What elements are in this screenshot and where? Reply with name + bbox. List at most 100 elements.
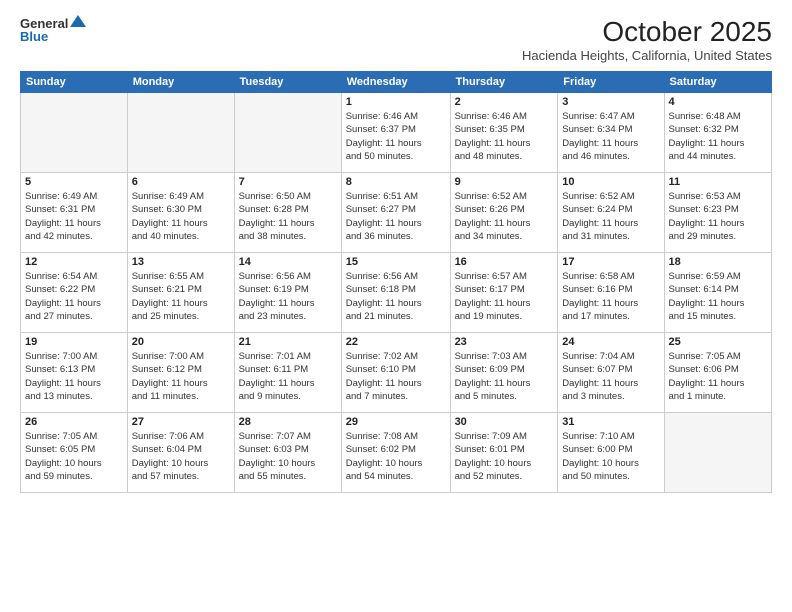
day-number: 23 <box>455 336 554 348</box>
day-info: Sunrise: 6:58 AM Sunset: 6:16 PM Dayligh… <box>562 270 659 323</box>
day-number: 10 <box>562 176 659 188</box>
day-info: Sunrise: 6:47 AM Sunset: 6:34 PM Dayligh… <box>562 110 659 163</box>
weekday-header-wednesday: Wednesday <box>341 72 450 93</box>
day-info: Sunrise: 6:56 AM Sunset: 6:18 PM Dayligh… <box>346 270 446 323</box>
calendar-cell <box>234 93 341 173</box>
day-number: 22 <box>346 336 446 348</box>
location-title: Hacienda Heights, California, United Sta… <box>522 48 772 63</box>
day-info: Sunrise: 6:46 AM Sunset: 6:35 PM Dayligh… <box>455 110 554 163</box>
day-info: Sunrise: 7:07 AM Sunset: 6:03 PM Dayligh… <box>239 430 337 483</box>
calendar-cell: 28 Sunrise: 7:07 AM Sunset: 6:03 PM Dayli… <box>234 413 341 493</box>
day-number: 3 <box>562 96 659 108</box>
calendar-cell: 19 Sunrise: 7:00 AM Sunset: 6:13 PM Dayli… <box>21 333 128 413</box>
day-info: Sunrise: 7:00 AM Sunset: 6:12 PM Dayligh… <box>132 350 230 403</box>
day-number: 2 <box>455 96 554 108</box>
day-number: 28 <box>239 416 337 428</box>
day-number: 27 <box>132 416 230 428</box>
day-info: Sunrise: 6:52 AM Sunset: 6:24 PM Dayligh… <box>562 190 659 243</box>
day-info: Sunrise: 6:49 AM Sunset: 6:31 PM Dayligh… <box>25 190 123 243</box>
calendar-cell: 26 Sunrise: 7:05 AM Sunset: 6:05 PM Dayli… <box>21 413 128 493</box>
day-info: Sunrise: 6:52 AM Sunset: 6:26 PM Dayligh… <box>455 190 554 243</box>
logo: General Blue <box>20 16 86 44</box>
page-header: General Blue October 2025 Hacienda Heigh… <box>20 16 772 63</box>
day-number: 17 <box>562 256 659 268</box>
day-number: 6 <box>132 176 230 188</box>
calendar-cell: 6 Sunrise: 6:49 AM Sunset: 6:30 PM Daylig… <box>127 173 234 253</box>
calendar-cell: 2 Sunrise: 6:46 AM Sunset: 6:35 PM Daylig… <box>450 93 558 173</box>
title-block: October 2025 Hacienda Heights, Californi… <box>522 16 772 63</box>
calendar-cell: 3 Sunrise: 6:47 AM Sunset: 6:34 PM Daylig… <box>558 93 664 173</box>
month-title: October 2025 <box>522 16 772 48</box>
calendar-cell: 1Sunrise: 6:46 AM Sunset: 6:37 PM Daylig… <box>341 93 450 173</box>
weekday-header-tuesday: Tuesday <box>234 72 341 93</box>
calendar-cell: 23 Sunrise: 7:03 AM Sunset: 6:09 PM Dayli… <box>450 333 558 413</box>
calendar-week-3: 12 Sunrise: 6:54 AM Sunset: 6:22 PM Dayli… <box>21 253 772 333</box>
calendar-cell: 13Sunrise: 6:55 AM Sunset: 6:21 PM Dayli… <box>127 253 234 333</box>
day-info: Sunrise: 7:01 AM Sunset: 6:11 PM Dayligh… <box>239 350 337 403</box>
day-number: 15 <box>346 256 446 268</box>
day-number: 19 <box>25 336 123 348</box>
day-info: Sunrise: 6:53 AM Sunset: 6:23 PM Dayligh… <box>669 190 768 243</box>
day-number: 29 <box>346 416 446 428</box>
day-info: Sunrise: 7:09 AM Sunset: 6:01 PM Dayligh… <box>455 430 554 483</box>
day-info: Sunrise: 6:49 AM Sunset: 6:30 PM Dayligh… <box>132 190 230 243</box>
weekday-header-thursday: Thursday <box>450 72 558 93</box>
weekday-header-friday: Friday <box>558 72 664 93</box>
calendar-page: General Blue October 2025 Hacienda Heigh… <box>0 0 792 612</box>
day-info: Sunrise: 7:04 AM Sunset: 6:07 PM Dayligh… <box>562 350 659 403</box>
day-info: Sunrise: 6:48 AM Sunset: 6:32 PM Dayligh… <box>669 110 768 163</box>
day-number: 13 <box>132 256 230 268</box>
day-info: Sunrise: 6:54 AM Sunset: 6:22 PM Dayligh… <box>25 270 123 323</box>
calendar-cell: 8 Sunrise: 6:51 AM Sunset: 6:27 PM Daylig… <box>341 173 450 253</box>
calendar-week-1: 1Sunrise: 6:46 AM Sunset: 6:37 PM Daylig… <box>21 93 772 173</box>
calendar-cell: 4Sunrise: 6:48 AM Sunset: 6:32 PM Daylig… <box>664 93 772 173</box>
day-info: Sunrise: 7:05 AM Sunset: 6:06 PM Dayligh… <box>669 350 768 403</box>
day-info: Sunrise: 7:06 AM Sunset: 6:04 PM Dayligh… <box>132 430 230 483</box>
calendar-cell: 18Sunrise: 6:59 AM Sunset: 6:14 PM Dayli… <box>664 253 772 333</box>
calendar-cell: 24 Sunrise: 7:04 AM Sunset: 6:07 PM Dayli… <box>558 333 664 413</box>
day-number: 11 <box>669 176 768 188</box>
calendar-cell: 27 Sunrise: 7:06 AM Sunset: 6:04 PM Dayli… <box>127 413 234 493</box>
calendar-cell: 22 Sunrise: 7:02 AM Sunset: 6:10 PM Dayli… <box>341 333 450 413</box>
calendar-cell: 21 Sunrise: 7:01 AM Sunset: 6:11 PM Dayli… <box>234 333 341 413</box>
day-number: 30 <box>455 416 554 428</box>
calendar-cell: 9 Sunrise: 6:52 AM Sunset: 6:26 PM Daylig… <box>450 173 558 253</box>
calendar-cell: 7Sunrise: 6:50 AM Sunset: 6:28 PM Daylig… <box>234 173 341 253</box>
day-number: 12 <box>25 256 123 268</box>
calendar-cell: 25 Sunrise: 7:05 AM Sunset: 6:06 PM Dayli… <box>664 333 772 413</box>
day-info: Sunrise: 6:51 AM Sunset: 6:27 PM Dayligh… <box>346 190 446 243</box>
logo-icon <box>70 15 86 31</box>
calendar-cell <box>127 93 234 173</box>
day-info: Sunrise: 7:00 AM Sunset: 6:13 PM Dayligh… <box>25 350 123 403</box>
weekday-header-monday: Monday <box>127 72 234 93</box>
calendar-table: SundayMondayTuesdayWednesdayThursdayFrid… <box>20 71 772 493</box>
calendar-cell: 12 Sunrise: 6:54 AM Sunset: 6:22 PM Dayli… <box>21 253 128 333</box>
calendar-week-4: 19 Sunrise: 7:00 AM Sunset: 6:13 PM Dayli… <box>21 333 772 413</box>
day-number: 25 <box>669 336 768 348</box>
day-info: Sunrise: 6:56 AM Sunset: 6:19 PM Dayligh… <box>239 270 337 323</box>
calendar-cell: 15 Sunrise: 6:56 AM Sunset: 6:18 PM Dayli… <box>341 253 450 333</box>
day-number: 14 <box>239 256 337 268</box>
day-number: 18 <box>669 256 768 268</box>
calendar-cell: 11 Sunrise: 6:53 AM Sunset: 6:23 PM Dayli… <box>664 173 772 253</box>
calendar-cell <box>21 93 128 173</box>
calendar-cell: 30 Sunrise: 7:09 AM Sunset: 6:01 PM Dayli… <box>450 413 558 493</box>
day-info: Sunrise: 7:03 AM Sunset: 6:09 PM Dayligh… <box>455 350 554 403</box>
day-number: 24 <box>562 336 659 348</box>
calendar-cell: 16Sunrise: 6:57 AM Sunset: 6:17 PM Dayli… <box>450 253 558 333</box>
calendar-week-5: 26 Sunrise: 7:05 AM Sunset: 6:05 PM Dayli… <box>21 413 772 493</box>
day-number: 26 <box>25 416 123 428</box>
day-number: 8 <box>346 176 446 188</box>
day-info: Sunrise: 6:50 AM Sunset: 6:28 PM Dayligh… <box>239 190 337 243</box>
day-info: Sunrise: 7:08 AM Sunset: 6:02 PM Dayligh… <box>346 430 446 483</box>
calendar-cell: 17 Sunrise: 6:58 AM Sunset: 6:16 PM Dayli… <box>558 253 664 333</box>
day-number: 20 <box>132 336 230 348</box>
day-info: Sunrise: 6:46 AM Sunset: 6:37 PM Dayligh… <box>346 110 446 163</box>
day-info: Sunrise: 7:02 AM Sunset: 6:10 PM Dayligh… <box>346 350 446 403</box>
calendar-cell: 5Sunrise: 6:49 AM Sunset: 6:31 PM Daylig… <box>21 173 128 253</box>
day-info: Sunrise: 7:05 AM Sunset: 6:05 PM Dayligh… <box>25 430 123 483</box>
calendar-cell: 10 Sunrise: 6:52 AM Sunset: 6:24 PM Dayli… <box>558 173 664 253</box>
day-number: 9 <box>455 176 554 188</box>
calendar-cell <box>664 413 772 493</box>
day-number: 21 <box>239 336 337 348</box>
